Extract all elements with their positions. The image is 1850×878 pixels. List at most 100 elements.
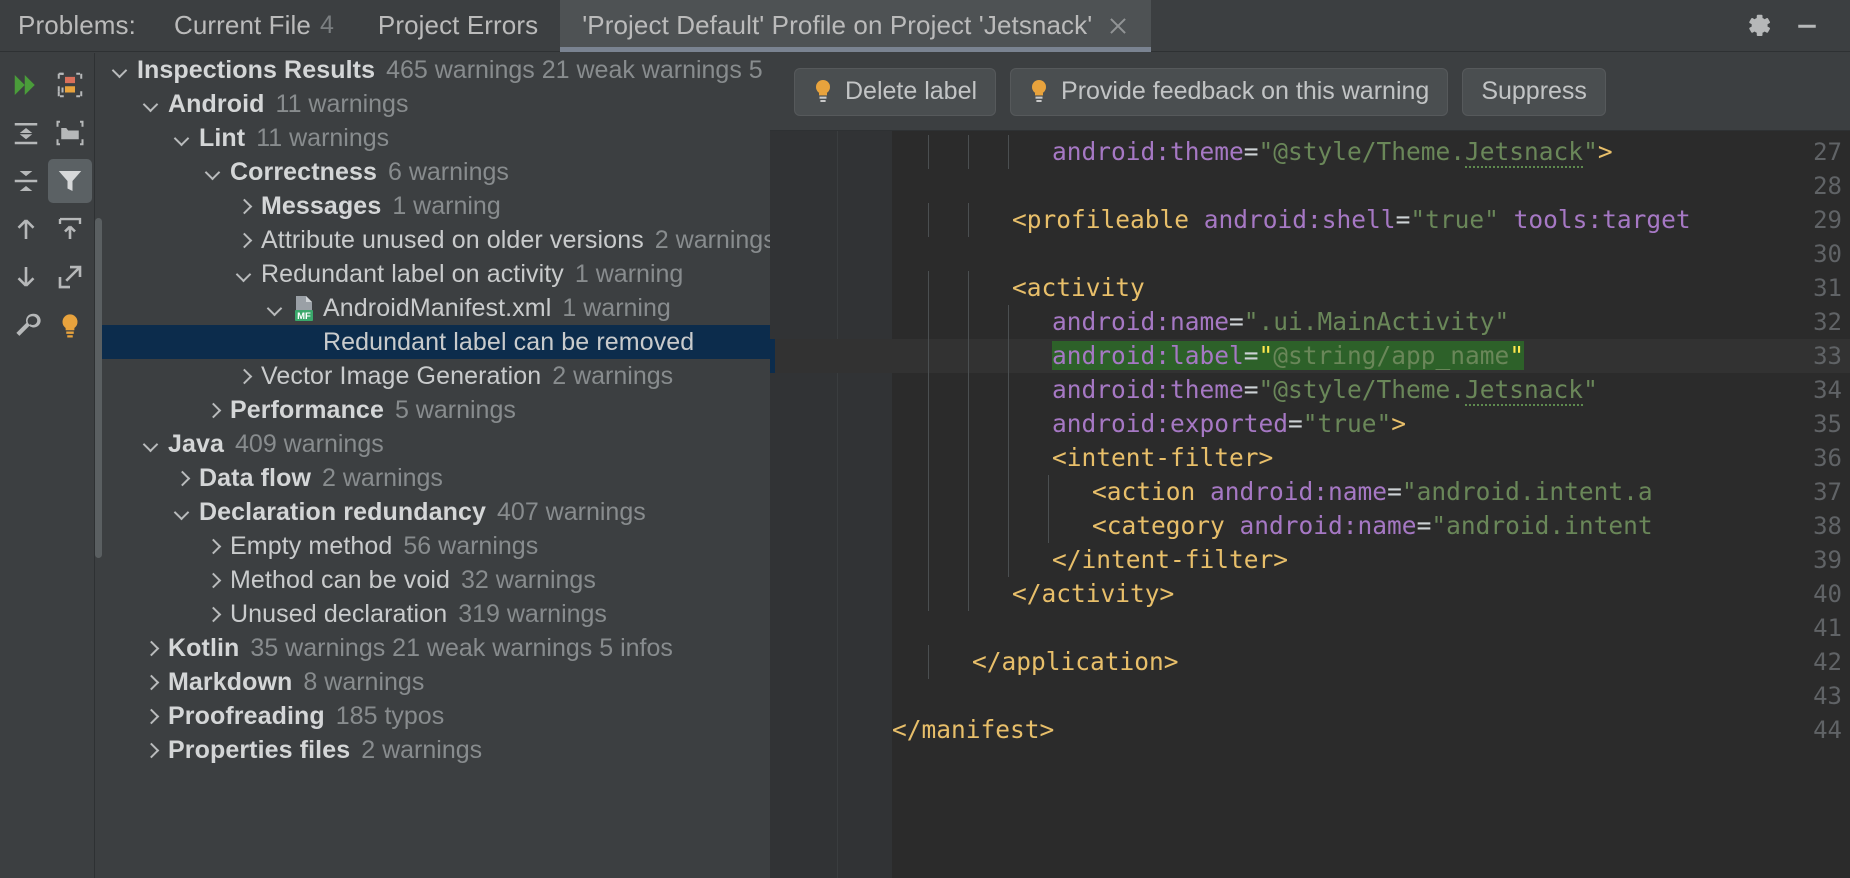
group-by-severity-icon[interactable] [48,63,92,107]
chevron-down-icon[interactable] [262,295,288,321]
previous-problem-icon[interactable] [4,207,48,251]
tree-row-count: 11 warnings [256,124,389,153]
tree-row-count: 5 warnings [395,396,516,425]
editor-code-line: </activity> [1012,579,1174,608]
next-problem-icon[interactable] [4,255,48,299]
chevron-right-icon[interactable] [231,363,257,389]
tree-row-label: Empty method [230,532,392,561]
tree-row[interactable]: Proofreading185 typos [95,699,775,733]
chevron-right-icon[interactable] [200,533,226,559]
tree-row[interactable]: Performance5 warnings [95,393,775,427]
manifest-file-icon: MF [292,295,316,321]
chevron-right-icon[interactable] [138,703,164,729]
indent-guide [968,543,969,577]
tree-row-label: Kotlin [168,634,239,663]
editor-code-line: android:theme="@style/Theme.Jetsnack"> [1052,137,1613,166]
indent-guide [968,373,969,407]
chevron-down-icon[interactable] [107,57,133,83]
chevron-down-icon[interactable] [200,159,226,185]
editor-line-number: 43 [1784,682,1842,710]
inspection-results-tree[interactable]: Inspections Results465 warnings 21 weak … [95,53,775,878]
chevron-right-icon[interactable] [138,737,164,763]
chevron-down-icon[interactable] [231,261,257,287]
tab-project-errors[interactable]: Project Errors [356,0,560,52]
tab-project-default-profile[interactable]: 'Project Default' Profile on Project 'Je… [560,0,1151,52]
indent-guide [1008,509,1009,543]
tree-row[interactable]: Declaration redundancy 407 warnings [95,495,775,529]
gear-icon[interactable] [1738,5,1780,47]
indent-guide [968,135,969,169]
group-by-directory-icon[interactable] [48,111,92,155]
tree-row[interactable]: Unused declaration319 warnings [95,597,775,631]
chevron-right-icon[interactable] [231,227,257,253]
expand-all-icon[interactable] [4,111,48,155]
open-in-editor-icon[interactable] [48,255,92,299]
tree-scrollbar[interactable] [95,218,102,558]
rerun-inspections-icon[interactable] [4,63,48,107]
chevron-down-icon[interactable] [138,91,164,117]
tree-row[interactable]: Correctness6 warnings [95,155,775,189]
tree-row[interactable]: Inspections Results465 warnings 21 weak … [95,53,775,87]
tree-row[interactable]: Android11 warnings [95,87,775,121]
suppress-button[interactable]: Suppress [1462,68,1606,116]
settings-wrench-icon[interactable] [4,303,48,347]
tree-row-count: 407 warnings [497,498,646,527]
close-icon[interactable] [1107,15,1129,37]
quick-fix-action-bar: Delete label Provide feedback on this wa… [770,53,1850,131]
tree-row[interactable]: Empty method56 warnings [95,529,775,563]
autoscroll-to-source-icon[interactable] [48,207,92,251]
chevron-right-icon[interactable] [138,669,164,695]
tree-row-label: Vector Image Generation [261,362,541,391]
filter-icon[interactable] [48,159,92,203]
collapse-all-icon[interactable] [4,159,48,203]
indent-guide [1008,407,1009,441]
tree-row[interactable]: Redundant label on activity1 warning [95,257,775,291]
chevron-right-icon[interactable] [200,601,226,627]
chevron-right-icon[interactable] [200,397,226,423]
delete-label-button[interactable]: Delete label [794,68,996,116]
chevron-right-icon[interactable] [200,567,226,593]
indent-guide [1048,475,1049,509]
tree-row[interactable]: Method can be void32 warnings [95,563,775,597]
editor-code-line: android:theme="@style/Theme.Jetsnack" [1052,375,1598,404]
tree-row[interactable]: MFAndroidManifest.xml1 warning [95,291,775,325]
tab-project-default-profile-label: 'Project Default' Profile on Project 'Je… [582,10,1092,41]
editor-fold-gutter [838,131,892,878]
tree-row-label: Declaration redundancy [199,498,486,527]
bulb-icon [813,78,833,105]
chevron-down-icon[interactable] [169,125,195,151]
tree-row[interactable]: Properties files2 warnings [95,733,775,767]
quick-fix-bulb-icon[interactable] [48,303,92,347]
chevron-down-icon[interactable] [169,499,195,525]
tree-row[interactable]: Messages1 warning [95,189,775,223]
tree-row[interactable]: Attribute unused on older versions2 warn… [95,223,775,257]
tree-row[interactable]: Java409 warnings [95,427,775,461]
editor-line-number: 36 [1784,444,1842,472]
editor-line-number: 44 [1784,716,1842,744]
tree-row-count: 409 warnings [235,430,384,459]
tree-row[interactable]: Vector Image Generation2 warnings [95,359,775,393]
tab-current-file[interactable]: Current File 4 [152,0,356,52]
problems-label: Problems: [0,10,152,41]
tree-row[interactable]: Lint11 warnings [95,121,775,155]
indent-guide [1008,441,1009,475]
editor-code-line: </intent-filter> [1052,545,1288,574]
editor-code-line: android:label="@string/app_name" [1052,341,1524,370]
chevron-right-icon[interactable] [138,635,164,661]
provide-feedback-button[interactable]: Provide feedback on this warning [1010,68,1448,116]
indent-guide [968,305,969,339]
tree-row-count: 319 warnings [458,600,607,629]
tree-row[interactable]: Data flow2 warnings [95,461,775,495]
chevron-right-icon[interactable] [231,193,257,219]
tree-row[interactable]: Kotlin35 warnings 21 weak warnings 5 inf… [95,631,775,665]
tree-row[interactable]: Markdown8 warnings [95,665,775,699]
chevron-right-icon[interactable] [169,465,195,491]
chevron-down-icon[interactable] [138,431,164,457]
tree-row-count: 2 warnings [361,736,482,765]
tree-row-selected[interactable]: Redundant label can be removed [95,325,775,359]
editor-code-line: </manifest> [892,715,1054,744]
tree-row-label: Redundant label can be removed [323,328,694,357]
code-preview-editor[interactable]: 27android:theme="@style/Theme.Jetsnack">… [770,131,1850,878]
editor-line-number: 35 [1784,410,1842,438]
minimize-icon[interactable] [1786,5,1828,47]
